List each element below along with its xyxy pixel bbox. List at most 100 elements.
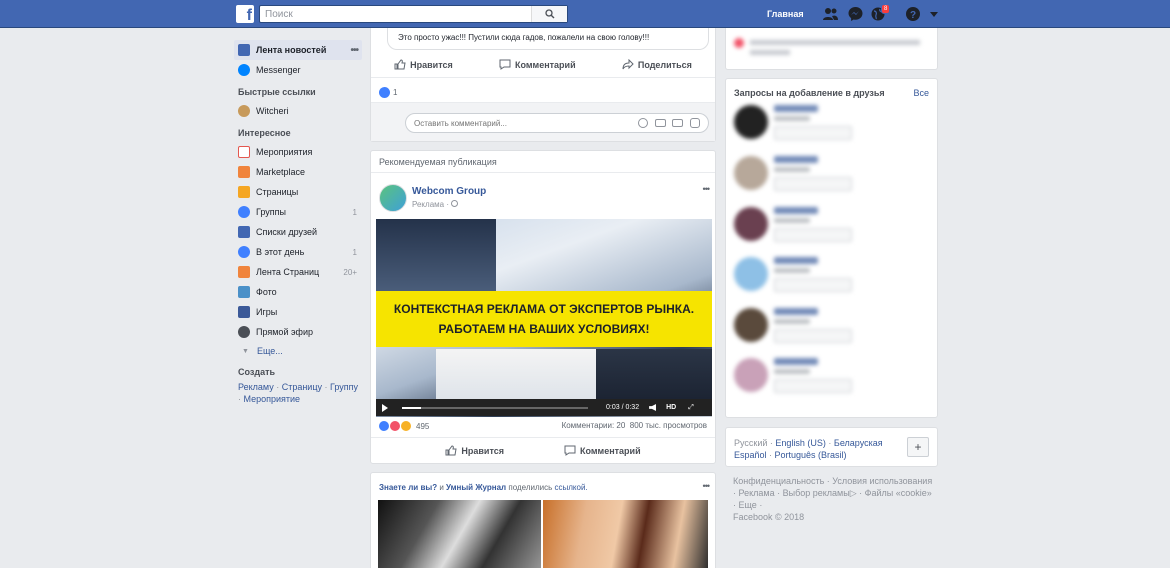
like-button[interactable]: Нравится — [445, 445, 504, 456]
nav-shortcut-witcheri[interactable]: Witcheri — [234, 101, 362, 121]
nav-groups[interactable]: Группы 1 — [234, 202, 362, 222]
language-link[interactable]: English (US) — [775, 438, 826, 448]
nav-events[interactable]: Мероприятия — [234, 142, 362, 162]
page-avatar[interactable] — [379, 184, 407, 212]
nav-messenger[interactable]: Messenger — [234, 60, 362, 80]
footer-link[interactable]: Конфиденциальность — [733, 476, 824, 486]
page-name-link[interactable]: Webcom Group — [412, 186, 486, 197]
post-options-icon[interactable]: ••• — [703, 481, 711, 491]
blurred-name — [774, 207, 818, 214]
confirm-button[interactable] — [774, 379, 852, 393]
see-all-link[interactable]: Все — [913, 88, 929, 98]
confirm-button[interactable] — [774, 228, 852, 242]
like-reaction-icon[interactable] — [379, 421, 389, 431]
facebook-logo[interactable]: f — [236, 5, 254, 23]
friend-request-row[interactable] — [734, 152, 934, 198]
share-icon — [622, 59, 634, 70]
nav-friend-lists[interactable]: Списки друзей — [234, 222, 362, 242]
shared-post-card: Знаете ли вы? и Умный Журнал поделились … — [370, 472, 716, 568]
language-link[interactable]: Беларуская — [834, 438, 883, 448]
reaction-count[interactable]: 1 — [393, 88, 397, 97]
ad-video[interactable]: КОНТЕКСТНАЯ РЕКЛАМА ОТ ЭКСПЕРТОВ РЫНКА. … — [376, 219, 712, 417]
nav-marketplace[interactable]: Marketplace — [234, 162, 362, 182]
confirm-button[interactable] — [774, 126, 852, 140]
friend-request-row[interactable] — [734, 101, 934, 147]
footer-link[interactable]: Условия использования — [832, 476, 932, 486]
create-ad-link[interactable]: Рекламу — [238, 382, 274, 392]
quality-label[interactable]: HD — [666, 404, 676, 411]
emoji-icon[interactable] — [638, 118, 648, 128]
reaction-count[interactable]: 495 — [416, 422, 429, 431]
search-input[interactable] — [260, 6, 530, 22]
volume-icon[interactable] — [649, 404, 657, 411]
share-button[interactable]: Поделиться — [622, 59, 692, 70]
friend-request-row[interactable] — [734, 354, 934, 400]
separator: · — [322, 382, 330, 392]
comment-text: Это просто ужас!!! Пустили сюда гадов, п… — [398, 33, 650, 42]
video-scene-paper — [436, 349, 596, 399]
love-reaction-icon[interactable] — [390, 421, 400, 431]
events-icon — [238, 146, 250, 158]
comments-count[interactable]: Комментарии: 20 — [562, 421, 626, 430]
footer-link[interactable]: Выбор рекламы — [783, 488, 850, 498]
search-button[interactable] — [531, 6, 567, 22]
friend-request-row[interactable] — [734, 253, 934, 299]
nav-pages[interactable]: Страницы — [234, 182, 362, 202]
wow-reaction-icon[interactable] — [401, 421, 411, 431]
confirm-button[interactable] — [774, 177, 852, 191]
shared-image[interactable] — [378, 500, 708, 568]
nav-count: 20+ — [343, 267, 357, 277]
gift-icon — [734, 38, 744, 48]
nav-live-video[interactable]: Прямой эфир — [234, 322, 362, 342]
footer-link[interactable]: Реклама — [739, 488, 775, 498]
author-link[interactable]: Умный Журнал — [446, 483, 506, 492]
comment-button[interactable]: Комментарий — [564, 445, 641, 456]
confirm-button[interactable] — [774, 278, 852, 292]
friend-request-row[interactable] — [734, 203, 934, 249]
footer-link[interactable]: Файлы «cookie» — [865, 488, 932, 498]
language-link[interactable]: Español — [734, 450, 767, 460]
create-page-link[interactable]: Страницу — [282, 382, 322, 392]
nav-news-feed[interactable]: Лента новостей ••• — [234, 40, 362, 60]
nav-pages-feed[interactable]: Лента Страниц 20+ — [234, 262, 362, 282]
comment-input[interactable] — [406, 114, 606, 132]
ad-choices-icon[interactable]: ▷ — [850, 488, 857, 498]
footer-link[interactable]: Еще — [739, 500, 757, 510]
language-link[interactable]: Português (Brasil) — [775, 450, 847, 460]
messenger-icon[interactable] — [847, 6, 864, 22]
nav-games[interactable]: Игры — [234, 302, 362, 322]
nav-on-this-day[interactable]: В этот день 1 — [234, 242, 362, 262]
more-options-icon[interactable]: ••• — [350, 45, 358, 56]
avatar — [734, 156, 768, 190]
friends-icon[interactable] — [822, 6, 839, 22]
sticker-icon[interactable] — [690, 118, 700, 128]
sponsored-label[interactable]: Реклама · — [412, 200, 459, 209]
like-button[interactable]: Нравится — [394, 59, 453, 70]
shared-link[interactable]: ссылкой. — [554, 483, 587, 492]
confirm-button[interactable] — [774, 329, 852, 343]
create-event-link[interactable]: Мероприятие — [244, 394, 301, 404]
search-icon — [545, 9, 555, 19]
witcheri-icon — [238, 105, 250, 117]
gif-icon[interactable] — [672, 119, 683, 127]
comment-button[interactable]: Комментарий — [499, 59, 576, 70]
home-link[interactable]: Главная — [767, 9, 804, 19]
play-icon[interactable] — [382, 403, 388, 412]
comment-label: Комментарий — [515, 59, 576, 70]
fullscreen-icon[interactable]: ⤢ — [688, 404, 694, 412]
banner-line-1: КОНТЕКСТНАЯ РЕКЛАМА ОТ ЭКСПЕРТОВ РЫНКА. — [393, 302, 695, 316]
video-progress-track[interactable] — [402, 406, 588, 409]
create-group-link[interactable]: Группу — [330, 382, 358, 392]
nav-photos[interactable]: Фото — [234, 282, 362, 302]
nav-label: Списки друзей — [256, 227, 318, 237]
post-options-icon[interactable]: ••• — [703, 184, 711, 194]
marketplace-icon — [238, 166, 250, 178]
nav-see-more[interactable]: ▼ Еще... — [234, 342, 362, 360]
add-language-button[interactable]: + — [907, 437, 929, 457]
like-reaction-icon[interactable] — [379, 87, 390, 98]
friend-request-row[interactable] — [734, 304, 934, 350]
help-icon[interactable]: ? — [905, 6, 922, 22]
camera-icon[interactable] — [655, 119, 666, 127]
account-menu-caret[interactable] — [930, 12, 938, 17]
author-link[interactable]: Знаете ли вы? — [379, 483, 437, 492]
